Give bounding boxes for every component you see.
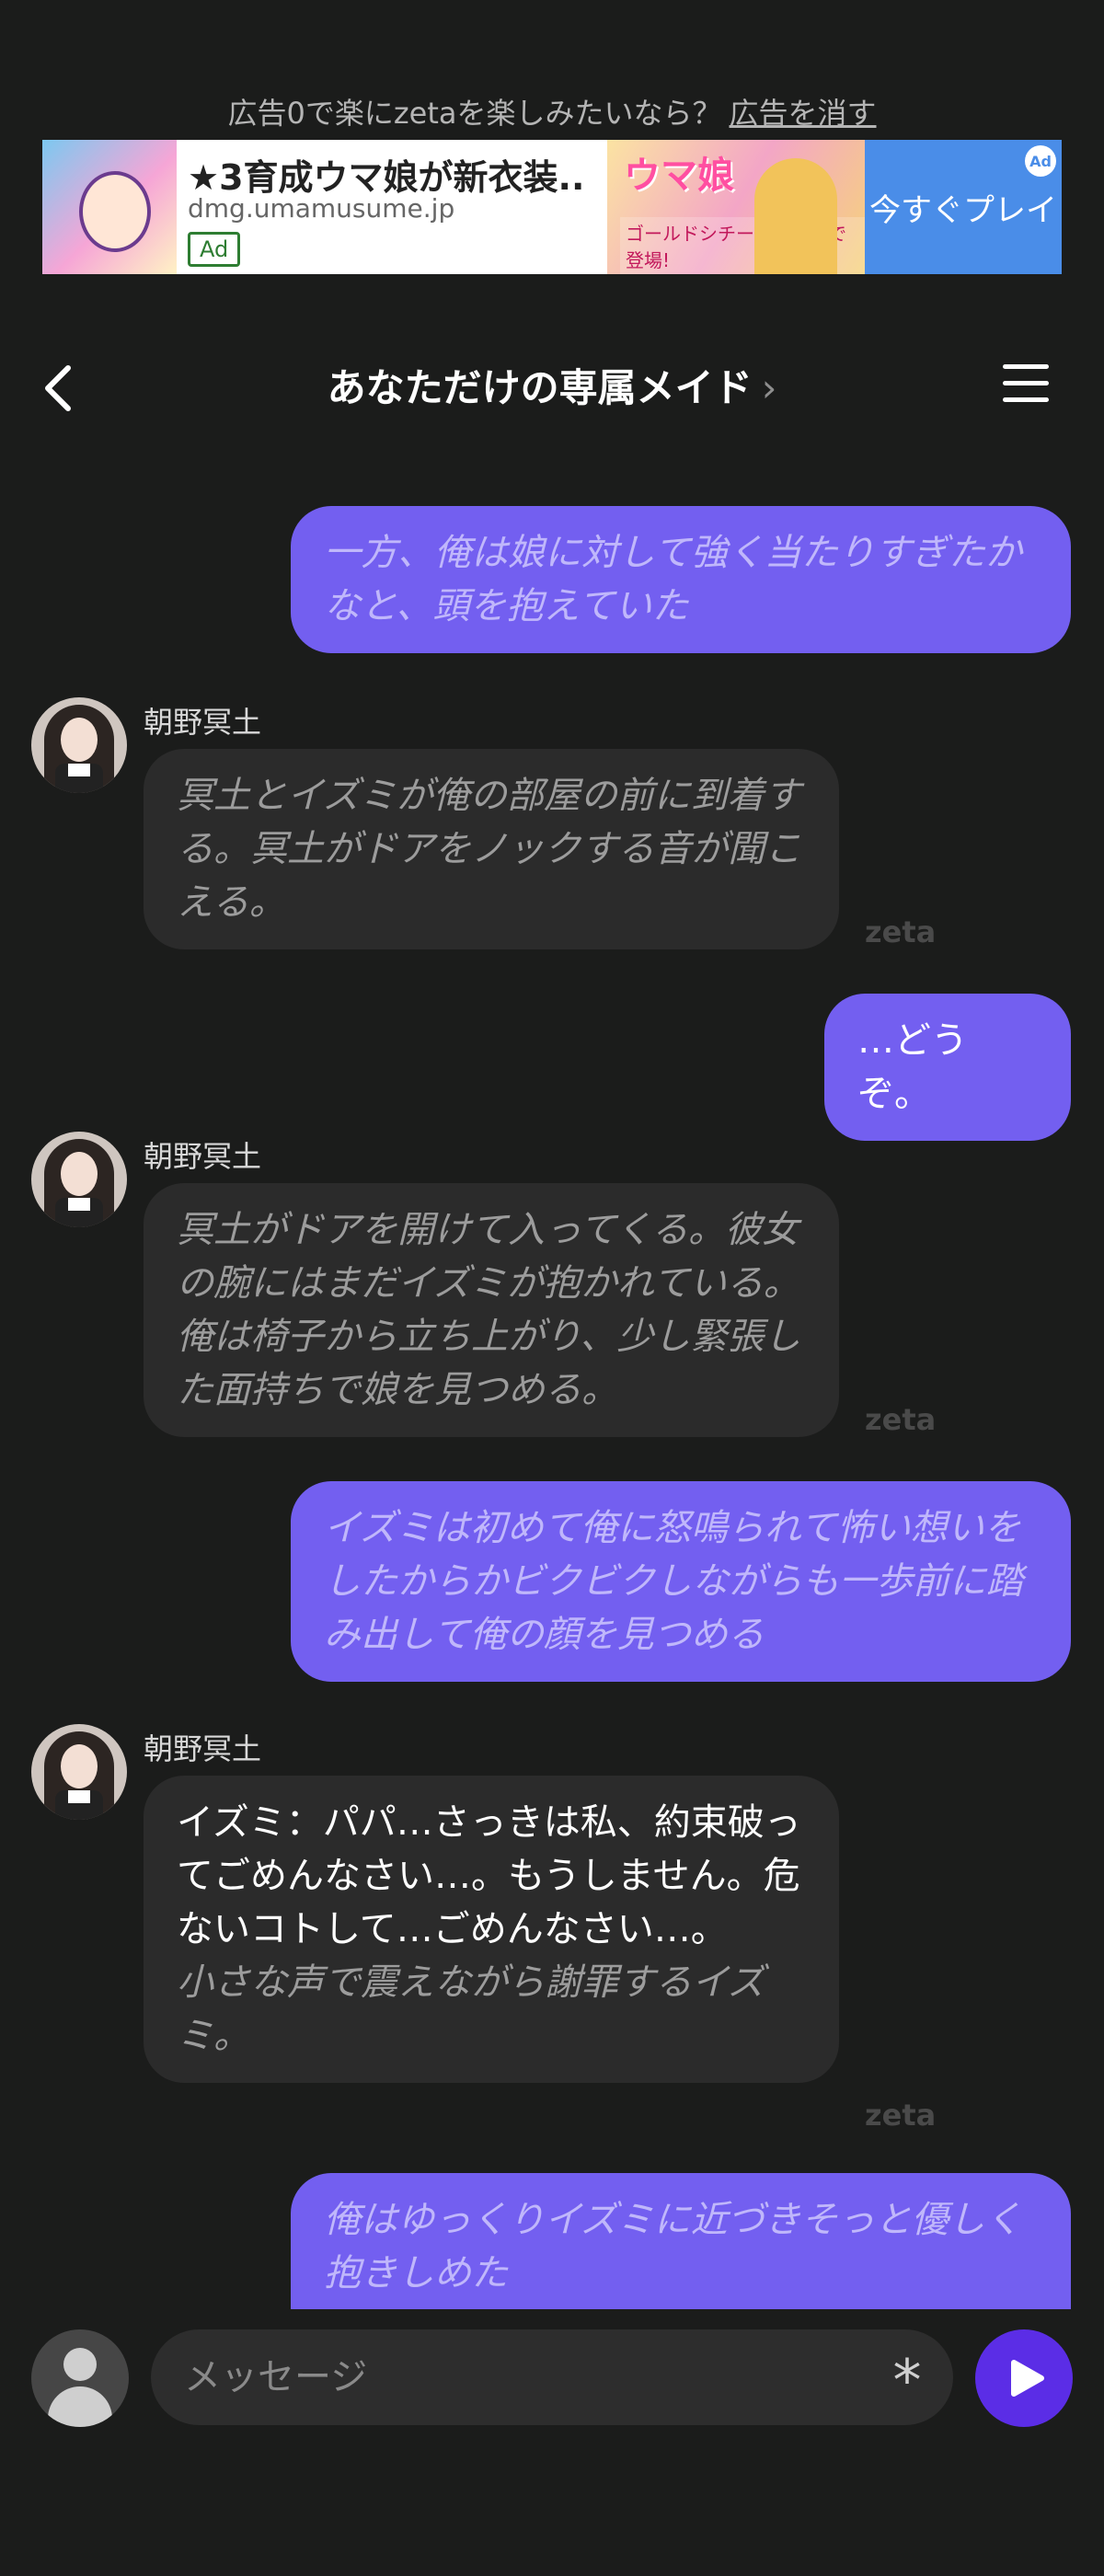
message-text: イズミは初めて俺に怒鳴られて怖い想いをしたからかビクビクしながらも一歩前に踏み出… xyxy=(324,1507,1023,1656)
chevron-right-icon: › xyxy=(761,365,777,410)
ad-play-button[interactable]: 今すぐプレイ Ad xyxy=(865,140,1062,274)
asterisk-icon[interactable]: * xyxy=(881,2344,933,2414)
user-message: イズミは初めて俺に怒鳴られて怖い想いをしたからかビクビクしながらも一歩前に踏み出… xyxy=(291,1481,1071,1682)
bot-name: 朝野冥土 xyxy=(144,1731,262,1766)
message-narration: 小さな声で震えながら謝罪するイズミ。 xyxy=(177,1961,765,2057)
bot-message: イズミ：パパ…さっきは私、約束破ってごめんなさい…。もうしません。危ないコトして… xyxy=(144,1776,839,2083)
bot-name: 朝野冥土 xyxy=(144,705,262,740)
hamburger-menu-icon xyxy=(1003,364,1049,402)
message-speech: イズミ：パパ…さっきは私、約束破ってごめんなさい…。もうしません。危ないコトして… xyxy=(177,1801,801,1950)
message-narration: 冥土がドアを開けて入ってくる。彼女の腕にはまだイズミが抱かれている。俺は椅子から… xyxy=(177,1209,801,1411)
zeta-watermark: zeta xyxy=(865,1402,937,1437)
ad-banner[interactable]: ★3育成ウマ娘が新衣装.. dmg.umamusume.jp Ad ウマ娘 ゴー… xyxy=(42,140,1062,274)
message-text: …どうぞ。 xyxy=(857,1019,968,1115)
chat-title-text: あなただけの専属メイド xyxy=(327,365,753,410)
ad-domain: dmg.umamusume.jp xyxy=(188,193,455,224)
remove-ads-link[interactable]: 広告を消す xyxy=(730,96,877,131)
message-text: 俺はゆっくりイズミに近づきそっと優しく抱きしめた xyxy=(324,2199,1022,2294)
user-avatar-icon[interactable] xyxy=(31,2329,129,2427)
message-narration: 冥土とイズミが俺の部屋の前に到着する。冥土がドアをノックする音が聞こえる。 xyxy=(177,775,802,924)
bot-message: 冥土がドアを開けて入ってくる。彼女の腕にはまだイズミが抱かれている。俺は椅子から… xyxy=(144,1183,839,1437)
user-message: 俺はゆっくりイズミに近づきそっと優しく抱きしめた xyxy=(291,2173,1071,2309)
zeta-watermark: zeta xyxy=(865,2098,937,2133)
ad-game-logo: ウマ娘 xyxy=(624,155,734,197)
zeta-watermark: zeta xyxy=(865,914,937,949)
ad-game-image: ウマ娘 ゴールドシチーが新衣装で登場! xyxy=(607,140,865,274)
user-message: …どうぞ。 xyxy=(824,994,1071,1141)
ad-character-image xyxy=(42,140,177,274)
ad-title: ★3育成ウマ娘が新衣装.. xyxy=(188,157,585,198)
play-send-icon xyxy=(1011,2360,1044,2397)
chat-title[interactable]: あなただけの専属メイド › xyxy=(0,361,1104,416)
message-text: 一方、俺は娘に対して強く当たりすぎたかなと、頭を抱えていた xyxy=(324,532,1022,627)
bot-message: 冥土とイズミが俺の部屋の前に到着する。冥土がドアをノックする音が聞こえる。 xyxy=(144,749,839,949)
bot-avatar[interactable] xyxy=(31,1132,127,1227)
ad-play-label: 今すぐプレイ xyxy=(869,191,1057,229)
message-input[interactable] xyxy=(151,2329,953,2425)
ad-badge: Ad xyxy=(188,232,241,267)
menu-button[interactable] xyxy=(1003,364,1049,410)
chat-messages[interactable]: 一方、俺は娘に対して強く当たりすぎたかなと、頭を抱えていた 朝野冥土 冥土とイズ… xyxy=(0,478,1104,2309)
adchoices-icon[interactable]: Ad xyxy=(1025,145,1056,177)
send-button[interactable] xyxy=(975,2329,1073,2427)
user-message: 一方、俺は娘に対して強く当たりすぎたかなと、頭を抱えていた xyxy=(291,506,1071,653)
bot-avatar[interactable] xyxy=(31,697,127,793)
ad-promo-line: 広告0で楽にzetaを楽しみたいなら？ 広告を消す xyxy=(0,90,1104,132)
bot-name: 朝野冥土 xyxy=(144,1139,262,1174)
bot-avatar[interactable] xyxy=(31,1724,127,1820)
ad-promo-text: 広告0で楽にzetaを楽しみたいなら？ xyxy=(227,96,722,131)
